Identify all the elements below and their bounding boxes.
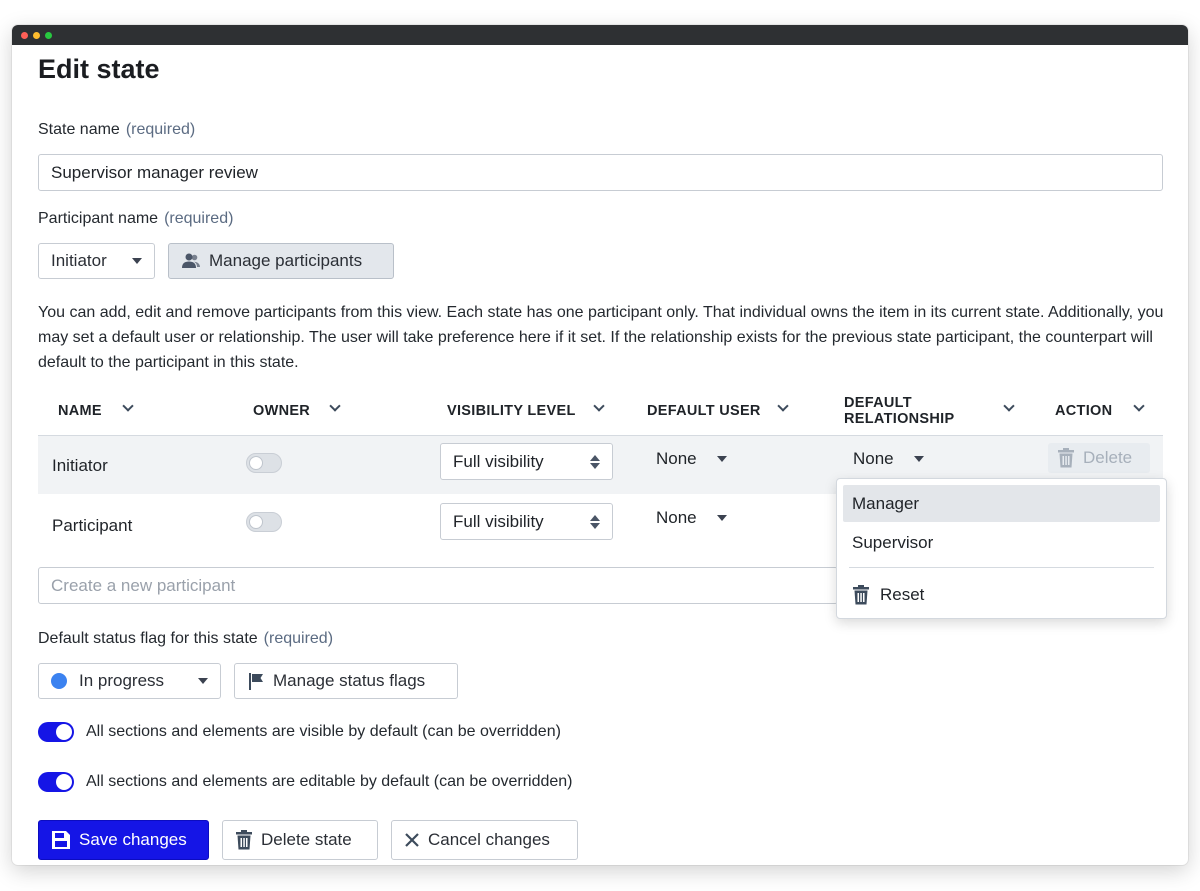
column-header-default-relationship-line2: RELATIONSHIP: [844, 411, 955, 427]
caret-down-icon: [913, 456, 924, 462]
sort-updown-icon: [590, 514, 600, 529]
minimize-window-icon[interactable]: [33, 32, 40, 39]
trash-icon: [236, 830, 252, 850]
save-icon: [52, 831, 70, 849]
chevron-down-icon[interactable]: [1133, 400, 1145, 412]
column-header-visibility[interactable]: VISIBILITY LEVEL: [447, 403, 576, 419]
editable-by-default-toggle[interactable]: [38, 772, 74, 792]
participant-select[interactable]: Initiator: [38, 243, 155, 279]
visibility-select[interactable]: Full visibility: [440, 503, 613, 540]
close-icon: [405, 833, 419, 847]
column-header-name[interactable]: NAME: [58, 403, 102, 419]
manage-status-flags-button[interactable]: Manage status flags: [234, 663, 458, 699]
column-header-default-user[interactable]: DEFAULT USER: [647, 403, 761, 419]
owner-toggle[interactable]: [246, 453, 282, 473]
maximize-window-icon[interactable]: [45, 32, 52, 39]
column-header-action[interactable]: ACTION: [1055, 403, 1112, 419]
row-name: Participant: [52, 516, 133, 535]
save-changes-label: Save changes: [79, 830, 187, 849]
caret-down-icon: [716, 515, 727, 521]
page-title: Edit state: [38, 54, 160, 84]
column-header-default-user-label: DEFAULT USER: [647, 403, 761, 419]
status-flag-label: Default status flag for this state (requi…: [38, 630, 333, 648]
dropdown-reset-option[interactable]: Reset: [843, 576, 1160, 613]
cancel-changes-button[interactable]: Cancel changes: [391, 820, 578, 860]
state-name-required: (required): [125, 121, 196, 138]
visibility-select-value: Full visibility: [453, 451, 544, 471]
state-name-label-text: State name: [38, 121, 120, 138]
manage-status-flags-label: Manage status flags: [273, 671, 426, 690]
delete-row-label: Delete: [1083, 448, 1133, 467]
dropdown-option-manager[interactable]: Manager: [843, 485, 1160, 522]
dropdown-option-supervisor[interactable]: Supervisor: [843, 524, 1160, 561]
column-header-owner[interactable]: OWNER: [253, 403, 310, 419]
status-flag-select-content: In progress: [51, 671, 164, 691]
chevron-down-icon[interactable]: [1003, 400, 1015, 412]
status-color-dot: [51, 673, 67, 689]
status-flag-value: In progress: [79, 671, 165, 690]
chevron-down-icon[interactable]: [329, 400, 341, 412]
caret-down-icon: [132, 258, 142, 264]
column-header-owner-label: OWNER: [253, 403, 311, 419]
visibility-select[interactable]: Full visibility: [440, 443, 613, 480]
state-name-input[interactable]: Supervisor manager review: [38, 154, 1163, 191]
users-icon: [182, 253, 200, 268]
visibility-select-value: Full visibility: [453, 511, 544, 531]
default-relationship-value: None: [853, 449, 894, 468]
column-header-default-relationship-line1: DEFAULT: [844, 395, 912, 411]
chevron-down-icon[interactable]: [777, 400, 789, 412]
column-header-name-label: NAME: [58, 403, 102, 419]
column-header-visibility-label: VISIBILITY LEVEL: [447, 403, 576, 419]
status-flag-label-text: Default status flag for this state: [38, 630, 258, 647]
caret-down-icon: [198, 678, 208, 684]
status-flag-required: (required): [263, 630, 334, 647]
new-participant-input[interactable]: Create a new participant: [38, 567, 838, 604]
delete-row-button[interactable]: Delete: [1048, 443, 1150, 473]
delete-state-button[interactable]: Delete state: [222, 820, 378, 860]
editable-by-default-label: All sections and elements are editable b…: [86, 773, 573, 790]
default-relationship-select[interactable]: None: [853, 449, 924, 469]
window-titlebar: [12, 25, 1188, 45]
cancel-changes-label: Cancel changes: [428, 830, 550, 849]
sort-updown-icon: [590, 454, 600, 469]
owner-toggle[interactable]: [246, 512, 282, 532]
close-window-icon[interactable]: [21, 32, 28, 39]
delete-state-label: Delete state: [261, 830, 352, 849]
default-user-value: None: [656, 449, 697, 468]
status-flag-select[interactable]: In progress: [38, 663, 221, 699]
manage-participants-label: Manage participants: [209, 251, 363, 270]
participant-name-label: Participant name (required): [38, 210, 233, 228]
column-header-action-label: ACTION: [1055, 403, 1113, 419]
row-name: Initiator: [52, 456, 108, 475]
participant-name-label-text: Participant name: [38, 210, 159, 227]
chevron-down-icon[interactable]: [122, 400, 134, 412]
save-changes-button[interactable]: Save changes: [38, 820, 209, 860]
default-user-select[interactable]: None: [656, 449, 727, 469]
trash-icon: [853, 584, 869, 604]
visible-by-default-label: All sections and elements are visible by…: [86, 723, 561, 740]
default-user-select[interactable]: None: [656, 508, 727, 528]
participant-select-value: Initiator: [51, 251, 107, 270]
participant-name-required: (required): [164, 210, 234, 227]
dropdown-divider: [849, 567, 1154, 568]
chevron-down-icon[interactable]: [593, 400, 605, 412]
relationship-dropdown-menu: Manager Supervisor Reset: [836, 478, 1167, 619]
manage-participants-button[interactable]: Manage participants: [168, 243, 394, 279]
caret-down-icon: [716, 456, 727, 462]
trash-icon: [1058, 448, 1074, 468]
column-header-default-relationship[interactable]: DEFAULT RELATIONSHIP: [844, 395, 954, 427]
reset-label: Reset: [880, 584, 925, 604]
participants-description: You can add, edit and remove participant…: [38, 304, 1164, 371]
state-name-label: State name (required): [38, 121, 195, 139]
flag-icon: [249, 673, 263, 690]
default-user-value: None: [656, 508, 697, 527]
visible-by-default-toggle[interactable]: [38, 722, 74, 742]
app-window: Edit state State name (required) Supervis…: [12, 25, 1188, 865]
